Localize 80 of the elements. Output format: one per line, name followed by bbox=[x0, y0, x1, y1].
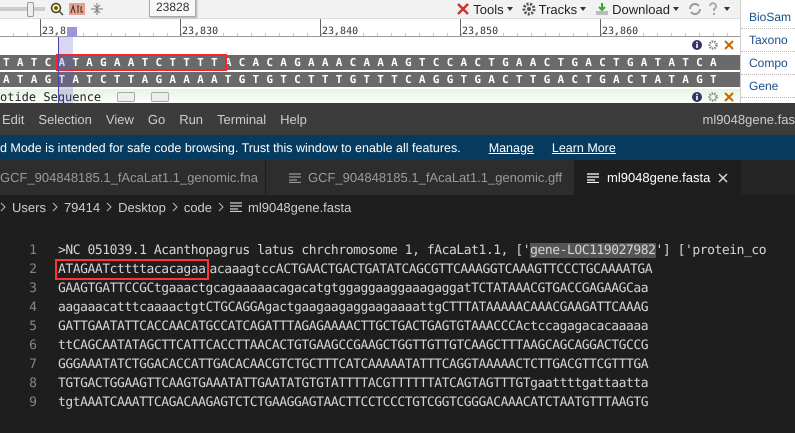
help-icon bbox=[707, 2, 719, 16]
editor-tab[interactable]: ml9048gene.fasta bbox=[575, 160, 742, 195]
breadcrumb-item[interactable]: Desktop bbox=[118, 200, 166, 214]
position-handle[interactable] bbox=[67, 27, 77, 37]
sidebar-link[interactable]: Taxono bbox=[741, 29, 795, 52]
menu-item[interactable]: Help bbox=[280, 112, 307, 126]
line-number: 2 bbox=[28, 262, 37, 277]
chevron-right-icon bbox=[106, 202, 112, 212]
menu-item[interactable]: Terminal bbox=[217, 112, 266, 126]
caret-icon bbox=[580, 7, 586, 11]
download-icon bbox=[595, 2, 610, 16]
close-icon bbox=[718, 172, 728, 182]
position-tooltip: 23828 bbox=[149, 0, 196, 16]
breadcrumb-item[interactable]: 79414 bbox=[64, 200, 100, 214]
ruler-label: 23,840 bbox=[321, 26, 358, 37]
gear-icon bbox=[522, 2, 536, 16]
line-number: 1 bbox=[28, 243, 37, 258]
chevron-right-icon bbox=[0, 202, 6, 212]
zoom-in-icon bbox=[50, 2, 64, 16]
line-number: 6 bbox=[28, 338, 37, 353]
banner-link[interactable]: Learn More bbox=[552, 140, 616, 154]
next-button[interactable] bbox=[151, 92, 170, 102]
breadcrumb-item[interactable]: Users bbox=[12, 200, 46, 214]
caret-icon bbox=[673, 7, 679, 11]
editor-tab[interactable]: GCF_904848185.1_fAcaLat1.1_genomic.fna bbox=[0, 160, 266, 195]
toolbar-menu[interactable]: Download bbox=[595, 2, 679, 16]
menu-item[interactable]: Run bbox=[179, 112, 204, 126]
breadcrumb-item[interactable]: ml9048gene.fasta bbox=[248, 200, 352, 214]
editor-tab[interactable]: GCF_904848185.1_fAcaLat1.1_genomic.gff bbox=[266, 160, 575, 195]
line-number: 9 bbox=[28, 395, 37, 410]
gear-icon bbox=[708, 92, 718, 102]
chevron-right-icon bbox=[172, 202, 178, 212]
code-line: tgtAAATCAAATTCAGACAAGAGTCTCTGAAGGAGTAACTTCCTCCCTGTCGGTCGGGACAAACATCTAATGTTTAAGTG bbox=[58, 395, 648, 410]
code-line: GATTGAATATTCACCAACATGCCATCAGATTTAGAGAAAACTTGCTGACTGAGTGTAAACCCActccagagacacaaaaa bbox=[58, 319, 648, 334]
code-line: TGTGACTGGAAGTTCAAGTGAAATATTGAATATGTGTATTTTACGTTTTTTATCAGTAGTTTGTgaattttgattaatta bbox=[58, 376, 648, 391]
previous-button[interactable] bbox=[117, 92, 136, 102]
ruler-label: 23,850 bbox=[461, 26, 498, 37]
toolbar-menu[interactable]: Tracks bbox=[522, 2, 586, 16]
sidebar-link[interactable]: Gene bbox=[741, 75, 795, 98]
info-icon bbox=[692, 92, 702, 102]
refresh-icon bbox=[688, 2, 702, 16]
code-line: >NC 051039.1 Acanthopagrus latus chrchromosome 1, fAcaLat1.1, ['gene-LOC119027982'] ['protein_co bbox=[58, 243, 766, 258]
toolbar-menu[interactable]: Tools bbox=[456, 2, 513, 16]
chevron-right-icon bbox=[218, 202, 224, 212]
window-title: ml9048gene.fas bbox=[702, 112, 795, 126]
code-line: aagaaacatttcaaaactgtCTGCAGGAgactgaagaagaggaagaaaattgCTTTATAAAAACAAACGAAGATTCAAAG bbox=[58, 300, 648, 315]
line-number: 8 bbox=[28, 376, 37, 391]
ruler-label: 23,8 bbox=[41, 26, 66, 37]
menu-item[interactable]: View bbox=[106, 112, 134, 126]
code-line: GAAGTGATTCCGCtgaaactgcagaaaaacagacatgtggaggaaggaaagaggatTCTATAAACGTGACCGAGAAGCaa bbox=[58, 281, 648, 296]
restricted-mode-message: d Mode is intended for safe code browsing. Trust this window to enable all features. bbox=[0, 140, 461, 154]
caret-icon[interactable] bbox=[724, 7, 730, 11]
caret-icon bbox=[506, 7, 513, 11]
ruler-label: 23,860 bbox=[601, 26, 638, 37]
tools-icon bbox=[456, 2, 470, 16]
sidebar-link[interactable]: Compo bbox=[741, 52, 795, 75]
banner-link[interactable]: Manage bbox=[488, 140, 534, 154]
code-line: ttCAGCAATATAGCTTCATTCACCTTAACACTGTGAAGCCGAAGCTGGTTGTTGTCAAGCTTTAAGCAGCAGGACTGCCG bbox=[58, 338, 648, 353]
collapse-icon bbox=[90, 3, 104, 15]
line-number: 7 bbox=[28, 357, 37, 372]
line-number: 3 bbox=[28, 281, 37, 296]
menu-item[interactable]: Go bbox=[148, 112, 166, 126]
line-number: 5 bbox=[28, 319, 37, 334]
line-number: 4 bbox=[28, 300, 37, 315]
menu-item[interactable]: Selection bbox=[38, 112, 92, 126]
info-icon bbox=[692, 40, 702, 50]
close-icon bbox=[724, 92, 734, 102]
close-icon bbox=[724, 40, 734, 50]
sequence-icon bbox=[69, 3, 85, 15]
sidebar-link[interactable]: BioSam bbox=[741, 6, 795, 29]
code-line: GGGAAATATCTGGACACCATTGACACAACGTCTGCTTTCATCAAAAATATTTCAGGTAAAAACTCTTGACGTTCGTTTGA bbox=[58, 357, 648, 372]
sequence-strand: TATC ATAGAATCTTTT ACACAGAAACAAAGTCCACTGAACTGACTGATATCA bbox=[0, 55, 740, 70]
gear-icon bbox=[708, 40, 718, 50]
ruler-label: 23,830 bbox=[181, 26, 218, 37]
code-line: ATAGAATcttttacacagaa acaaagtccACTGAACTGACTGATATCAGCGTTCAAAGGTCAAAGTTCCCTGCAAAATGA bbox=[58, 262, 652, 277]
file-lines-icon bbox=[230, 202, 242, 212]
chevron-right-icon bbox=[52, 202, 58, 212]
sequence-strand: ATAGTATCTTAGAAAATGTGTCTTTGTTTCAGGTGACTTGACTGACTATAGT bbox=[0, 72, 740, 87]
breadcrumb-item[interactable]: code bbox=[184, 200, 212, 214]
menu-item[interactable]: Edit bbox=[2, 112, 24, 126]
